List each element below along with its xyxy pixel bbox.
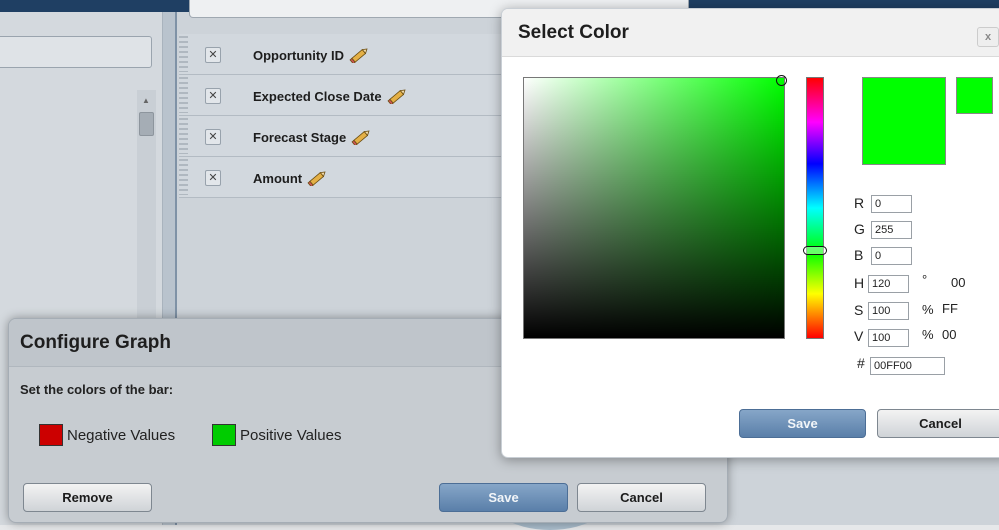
scroll-up-arrow-icon[interactable]: ▲ (142, 96, 150, 105)
field-row-expected-close-date[interactable]: ✕ Expected Close Date (179, 75, 509, 116)
select-color-dialog: Select Color x R G B H ° 00 S % FF V % 0… (501, 8, 999, 458)
brightness-input[interactable] (868, 329, 909, 347)
field-row-opportunity-id[interactable]: ✕ Opportunity ID (179, 34, 509, 75)
save-button[interactable]: Save (439, 483, 568, 512)
blue-input[interactable] (871, 247, 912, 265)
remove-button[interactable]: Remove (23, 483, 152, 512)
field-row-amount[interactable]: ✕ Amount (179, 157, 509, 198)
blue-label: B (854, 247, 864, 263)
negative-color-swatch[interactable] (39, 424, 63, 446)
percent-unit: % (922, 327, 934, 342)
pencil-icon[interactable] (348, 47, 370, 65)
red-input[interactable] (871, 195, 912, 213)
green-input[interactable] (871, 221, 912, 239)
new-color-preview (862, 77, 946, 165)
percent-unit: % (922, 302, 934, 317)
positive-values-label: Positive Values (240, 426, 342, 444)
degree-unit: ° (922, 272, 928, 287)
field-label: Amount (253, 171, 303, 186)
pencil-icon[interactable] (306, 170, 328, 188)
close-icon[interactable]: x (977, 27, 999, 47)
dialog-title: Select Color (518, 22, 629, 43)
remove-field-button[interactable]: ✕ (205, 129, 221, 145)
positive-values-option[interactable]: Positive Values (212, 424, 341, 446)
remove-field-button[interactable]: ✕ (205, 88, 221, 104)
negative-values-label: Negative Values (67, 426, 176, 444)
saturation-hex: FF (942, 301, 958, 316)
drag-handle-icon[interactable] (179, 159, 188, 195)
pencil-icon[interactable] (350, 129, 372, 147)
negative-values-option[interactable]: Negative Values (39, 424, 175, 446)
saturation-value-picker[interactable] (523, 77, 785, 339)
hex-label: # (857, 355, 865, 371)
green-label: G (854, 221, 865, 237)
drag-handle-icon[interactable] (179, 118, 188, 154)
field-label: Expected Close Date (253, 89, 382, 104)
remove-field-button[interactable]: ✕ (205, 47, 221, 63)
field-row-forecast-stage[interactable]: ✕ Forecast Stage (179, 116, 509, 157)
dialog-title: Configure Graph (20, 332, 171, 353)
current-color-preview[interactable] (956, 77, 993, 114)
dialog-header: Select Color x (502, 9, 999, 57)
drag-handle-icon[interactable] (179, 36, 188, 72)
pencil-icon[interactable] (386, 88, 408, 106)
left-search-input[interactable] (0, 36, 152, 68)
hex-input[interactable] (870, 357, 945, 375)
color-picker-cursor[interactable] (776, 75, 787, 86)
bar-colors-prompt: Set the colors of the bar: (20, 382, 174, 397)
saturation-input[interactable] (868, 302, 909, 320)
hue-hex: 00 (951, 275, 966, 290)
value-label: V (854, 328, 864, 344)
scrollbar-thumb[interactable] (139, 112, 154, 136)
save-button[interactable]: Save (739, 409, 866, 438)
hue-slider-handle[interactable] (803, 246, 827, 255)
field-label: Opportunity ID (253, 48, 344, 63)
positive-color-swatch[interactable] (212, 424, 236, 446)
hue-label: H (854, 275, 865, 291)
saturation-label: S (854, 302, 864, 318)
remove-field-button[interactable]: ✕ (205, 170, 221, 186)
hue-slider-track[interactable] (806, 77, 824, 339)
red-label: R (854, 195, 865, 211)
left-scrollbar[interactable]: ▲ (137, 90, 156, 330)
brightness-hex: 00 (942, 327, 957, 342)
drag-handle-icon[interactable] (179, 77, 188, 113)
cancel-button[interactable]: Cancel (577, 483, 706, 512)
cancel-button[interactable]: Cancel (877, 409, 999, 438)
hue-input[interactable] (868, 275, 909, 293)
field-label: Forecast Stage (253, 130, 347, 145)
